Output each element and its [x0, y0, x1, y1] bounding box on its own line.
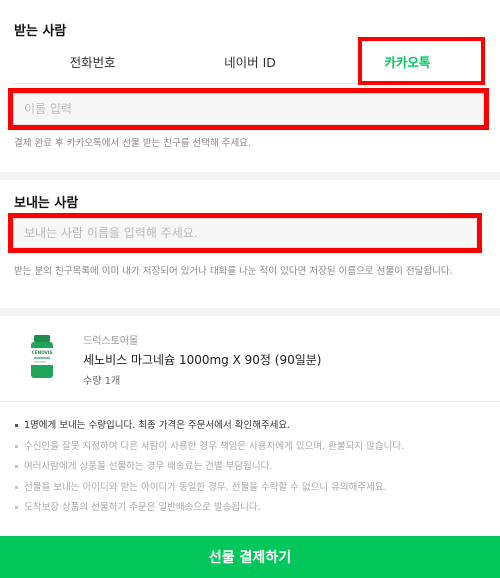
receiver-method-tabs: 전화번호 네이버 ID 카카오톡: [14, 40, 486, 84]
sender-section: 보내는 사람 받는 분의 친구목록에 이미 내가 저장되어 있거나 대화를 나눈…: [0, 180, 500, 308]
section-divider: [0, 308, 500, 316]
product-store: 드럭스토어몰: [83, 336, 139, 347]
sender-help-text: 받는 분의 친구목록에 이미 내가 저장되어 있거나 대화를 나눈 적이 있다면…: [14, 266, 453, 277]
tab-kakaotalk[interactable]: 카카오톡: [329, 40, 486, 83]
product-thumbnail: CENOVIS: [24, 334, 60, 380]
tab-naver-id[interactable]: 네이버 ID: [171, 40, 328, 83]
sender-title: 보내는 사람: [14, 196, 79, 211]
notice-item: 수신인을 잘못 지정하여 다른 사람이 사용한 경우 책임은 사용자에게 있으며…: [14, 439, 494, 460]
supplement-bottle-icon: CENOVIS: [31, 335, 53, 378]
product-summary: CENOVIS 드럭스토어몰 세노비스 마그네슘 1000mg X 90정 (9…: [0, 316, 500, 402]
gift-pay-button[interactable]: 선물 결제하기: [0, 536, 500, 578]
notice-item: 1명에게 보내는 수량입니다. 최종 가격은 주문서에서 확인해주세요.: [14, 418, 494, 439]
gift-notice-list: 1명에게 보내는 수량입니다. 최종 가격은 주문서에서 확인해주세요. 수신인…: [14, 418, 494, 521]
notice-item: 도착보장 상품의 선물하기 주문은 일반배송으로 발송됩니다.: [14, 500, 494, 521]
thumb-brand-text: CENOVIS: [32, 350, 53, 355]
section-divider: [0, 172, 500, 180]
sender-name-input[interactable]: [13, 218, 477, 248]
receiver-name-highlight-box: [8, 88, 489, 130]
product-name: 세노비스 마그네슘 1000mg X 90정 (90일분): [83, 353, 322, 367]
receiver-name-input[interactable]: [13, 93, 484, 125]
product-quantity: 수량 1개: [83, 376, 121, 387]
receiver-help-text: 결제 완료 후 카카오톡에서 선물 받는 친구를 선택해 주세요.: [14, 138, 251, 149]
tab-phone[interactable]: 전화번호: [14, 40, 171, 83]
sender-name-highlight-box: [8, 213, 482, 253]
notice-item: 선물을 보내는 아이디와 받는 아이디가 동일한 경우, 선물을 수락할 수 없…: [14, 480, 494, 501]
receiver-title: 받는 사람: [14, 24, 67, 39]
receiver-section: 받는 사람 전화번호 네이버 ID 카카오톡 결제 완료 후 카카오톡에서 선물…: [0, 0, 500, 172]
notice-item: 여러사람에게 상품을 선물하는 경우 배송료는 건별 부담됩니다.: [14, 459, 494, 480]
